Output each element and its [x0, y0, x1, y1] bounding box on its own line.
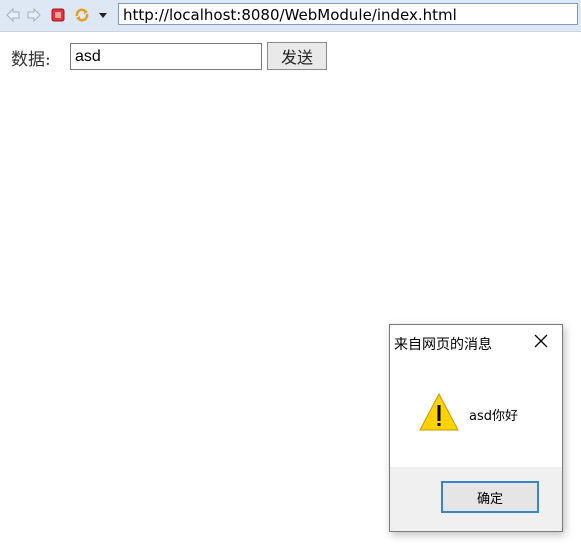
- address-bar[interactable]: http://localhost:8080/WebModule/index.ht…: [118, 3, 578, 25]
- send-button[interactable]: 发送: [267, 42, 327, 70]
- forward-arrow-icon[interactable]: [25, 6, 43, 24]
- browser-toolbar: http://localhost:8080/WebModule/index.ht…: [0, 0, 581, 32]
- close-icon[interactable]: [533, 333, 549, 349]
- data-input[interactable]: [70, 43, 262, 70]
- refresh-icon[interactable]: [73, 6, 91, 24]
- back-arrow-icon[interactable]: [4, 6, 22, 24]
- data-label: 数据:: [11, 50, 51, 70]
- alert-dialog: 来自网页的消息 asd你好 确定: [389, 324, 563, 532]
- dialog-footer: 确定: [390, 467, 562, 531]
- dialog-title: 来自网页的消息: [394, 337, 492, 353]
- warning-icon: [418, 392, 460, 432]
- dialog-message: asd你好: [469, 409, 518, 424]
- ok-button[interactable]: 确定: [441, 481, 539, 513]
- address-bar-url: http://localhost:8080/WebModule/index.ht…: [123, 6, 457, 24]
- stop-icon[interactable]: [49, 6, 67, 24]
- dropdown-arrow-icon[interactable]: [94, 6, 112, 24]
